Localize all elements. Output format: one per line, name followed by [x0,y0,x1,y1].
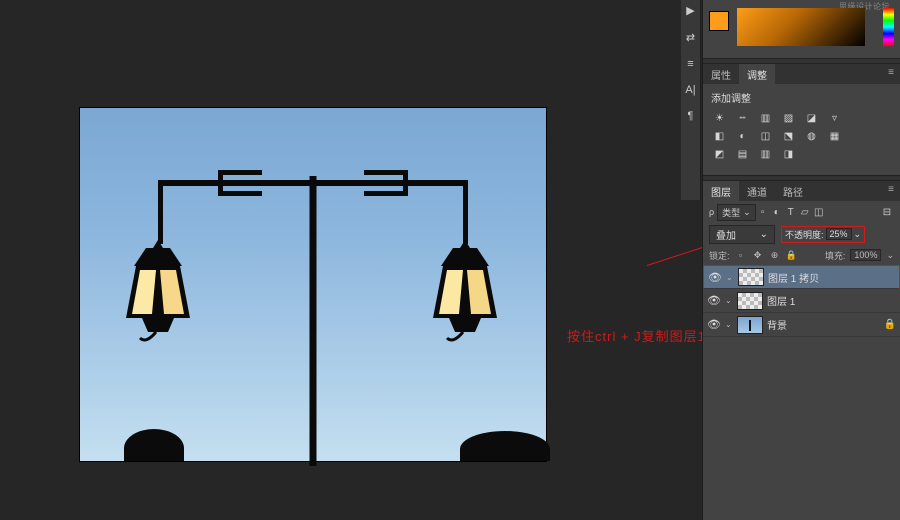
opacity-control[interactable]: 不透明度: 25%⌄ [781,226,865,243]
adj-gradient-map-icon[interactable]: ▤ [734,147,751,161]
chevron-down-icon[interactable]: ⌄ [725,296,733,305]
adj-threshold-icon[interactable]: ◩ [711,147,728,161]
layer-thumbnail[interactable] [737,292,763,310]
document-canvas[interactable] [80,108,546,461]
layers-tabs: 图层 通道 路径 ≡ [703,181,900,201]
color-field[interactable] [737,8,865,46]
tab-properties[interactable]: 属性 [703,64,739,84]
text-tool-icon[interactable]: A| [685,84,695,96]
list-icon[interactable]: ≡ [687,58,693,70]
chevron-down-icon[interactable]: ⌄ [725,320,733,329]
visibility-icon[interactable]: 👁 [707,294,721,307]
filter-type-icon[interactable]: T [784,205,798,219]
foreground-swatch[interactable] [709,11,729,31]
lock-position-icon[interactable]: ✥ [752,249,764,261]
chevron-down-icon[interactable]: ⌄ [726,273,734,282]
lock-pixels-icon[interactable]: ▫ [735,249,747,261]
canvas-area [0,0,679,520]
tool-options-column: ▶ ⇄ ≡ A| ¶ [681,0,701,200]
play-icon[interactable]: ▶ [686,4,694,17]
filter-smart-icon[interactable]: ◫ [812,205,826,219]
adj-curves-icon[interactable]: ▥ [757,111,774,125]
layer-name[interactable]: 图层 1 拷贝 [768,270,819,285]
filter-toggle-icon[interactable]: ⊟ [880,205,894,219]
hue-slider[interactable] [883,8,894,46]
layer-row-1[interactable]: 👁 ⌄ 图层 1 [703,289,900,313]
lamp-crossbar [158,170,468,194]
layer-thumbnail[interactable] [738,268,764,286]
adj-channel-mixer-icon[interactable]: ◫ [757,129,774,143]
lock-all-icon[interactable]: 🔒 [786,249,798,261]
layers-panel: 图层 通道 路径 ≡ ρ 类型⌄ ▫ ◐ T ▱ ◫ ⊟ 叠加⌄ 不透明度: 2… [703,181,900,520]
adj-posterize-icon[interactable]: ▦ [826,129,843,143]
tab-adjustments[interactable]: 调整 [739,64,775,84]
filter-pixel-icon[interactable]: ▫ [756,205,770,219]
layer-kind-filter[interactable]: 类型⌄ [717,204,756,221]
panel-menu-icon[interactable]: ≡ [882,64,900,84]
adjustments-panel: 添加调整 ☀ ┉ ▥ ▨ ◪ ▿ ◧ ◐ ◫ ⬔ ◍ ▦ ◩ ▤ ▥ ◨ [703,84,900,175]
adj-photo-filter-icon[interactable]: ◐ [734,129,751,143]
adj-invert-icon[interactable]: ◍ [803,129,820,143]
layer-filter-row: ρ 类型⌄ ▫ ◐ T ▱ ◫ ⊟ [703,201,900,223]
adj-vibrance-icon[interactable]: ◪ [803,111,820,125]
visibility-icon[interactable]: 👁 [707,318,721,331]
visibility-icon[interactable]: 👁 [708,271,722,284]
right-panels: 思缘设计论坛 属性 调整 ≡ 添加调整 ☀ ┉ ▥ ▨ ◪ ▿ ◧ ◐ ◫ ⬔ … [702,0,900,520]
adj-brightness-icon[interactable]: ☀ [711,111,728,125]
tab-channels[interactable]: 通道 [739,181,775,201]
adj-selective-color-icon[interactable]: ▥ [757,147,774,161]
layer-name[interactable]: 图层 1 [767,293,795,308]
lamp-post [310,176,317,466]
adj-more-icon[interactable]: ◨ [780,147,797,161]
tab-paths[interactable]: 路径 [775,181,811,201]
adj-levels-icon[interactable]: ┉ [734,111,751,125]
layer-name[interactable]: 背景 [767,317,787,332]
blend-mode-dropdown[interactable]: 叠加⌄ [709,225,775,244]
tab-layers[interactable]: 图层 [703,181,739,201]
adj-hue-icon[interactable]: ▿ [826,111,843,125]
layer-row-copy[interactable]: 👁 ⌄ 图层 1 拷贝 [703,265,900,289]
lantern-right [423,240,507,350]
adj-bw-icon[interactable]: ◧ [711,129,728,143]
foliage [80,425,546,461]
adj-exposure-icon[interactable]: ▨ [780,111,797,125]
color-panel: 思缘设计论坛 [703,0,900,58]
lock-row: 锁定: ▫ ✥ ⊕ 🔒 填充: 100%⌄ [703,245,900,265]
layer-row-background[interactable]: 👁 ⌄ 背景 🔒 [703,313,900,337]
swap-icon[interactable]: ⇄ [686,31,695,44]
properties-tabs: 属性 调整 ≡ [703,64,900,84]
layer-thumbnail[interactable] [737,316,763,334]
lock-icon: 🔒 [884,319,896,330]
filter-shape-icon[interactable]: ▱ [798,205,812,219]
adj-color-lookup-icon[interactable]: ⬔ [780,129,797,143]
filter-adjust-icon[interactable]: ◐ [770,205,784,219]
lock-artboard-icon[interactable]: ⊕ [769,249,781,261]
paragraph-icon[interactable]: ¶ [688,110,694,122]
layers-menu-icon[interactable]: ≡ [882,181,900,201]
lantern-left [116,240,200,350]
blend-row: 叠加⌄ 不透明度: 25%⌄ [703,223,900,245]
annotation-text: 按住ctrl + J复制图层1 [567,326,706,345]
layer-list: 👁 ⌄ 图层 1 拷贝 👁 ⌄ 图层 1 👁 ⌄ 背景 🔒 [703,265,900,337]
adjustments-title: 添加调整 [711,90,892,105]
